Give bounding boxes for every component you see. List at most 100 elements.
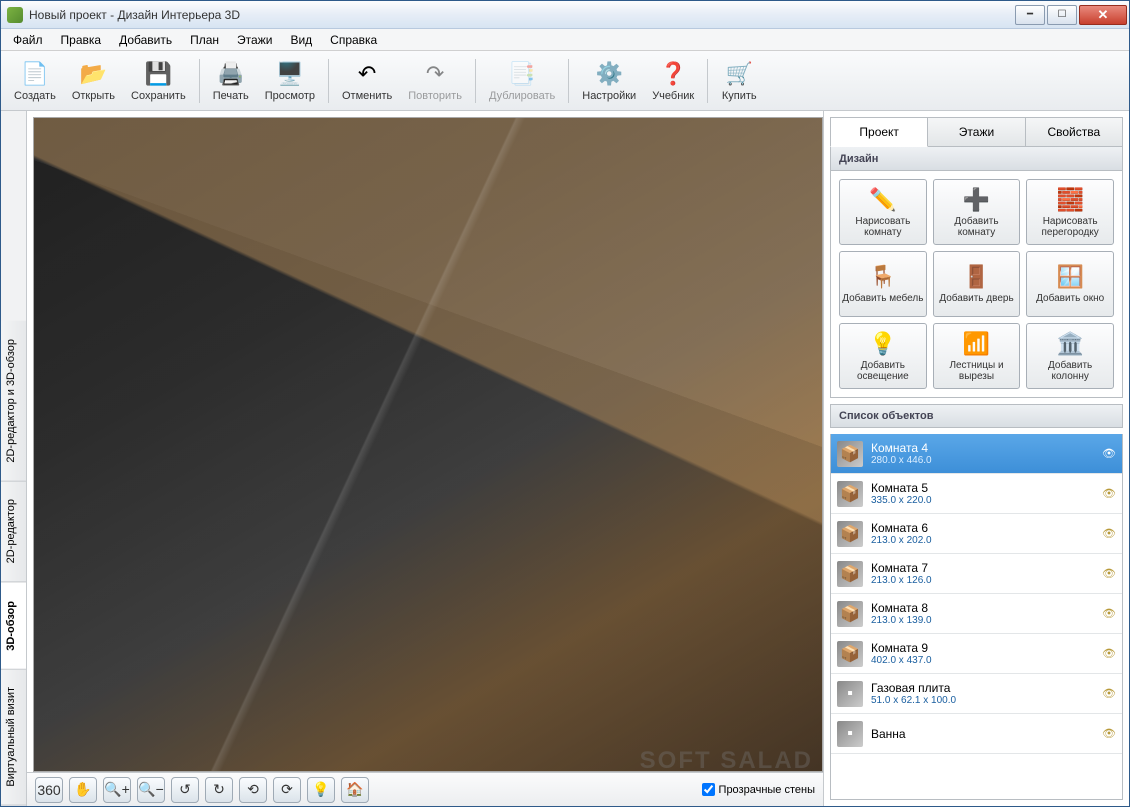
- toolbar-Печать[interactable]: 🖨️Печать: [206, 54, 256, 108]
- object-list: 📦Комната 4280.0 x 446.0👁📦Комната 5335.0 …: [830, 434, 1123, 800]
- titlebar: Новый проект - Дизайн Интерьера 3D ━ ☐ ✕: [1, 1, 1129, 29]
- object-icon: 📦: [837, 481, 863, 507]
- toolbar-Открыть[interactable]: 📂Открыть: [65, 54, 122, 108]
- object-item[interactable]: 📦Комната 6213.0 x 202.0👁: [831, 514, 1122, 554]
- toolbar-Отменить[interactable]: ↶ Отменить: [335, 54, 399, 108]
- menu-Файл[interactable]: Файл: [5, 30, 51, 50]
- toolbar-label: Создать: [14, 90, 56, 102]
- close-button[interactable]: ✕: [1079, 5, 1127, 25]
- Создать-icon: 📄: [21, 60, 49, 88]
- toolbar-Настройки[interactable]: ⚙️Настройки: [575, 54, 643, 108]
- view-tool-button[interactable]: 💡: [307, 777, 335, 803]
- left-tab-2D-редактор[interactable]: 2D-редактор: [1, 481, 26, 582]
- toolbar-Сохранить[interactable]: 💾 Сохранить: [124, 54, 193, 108]
- toolbar-separator: [328, 59, 329, 103]
- visibility-icon[interactable]: 👁: [1102, 607, 1116, 620]
- viewport-container: 360✋🔍+🔍−↺↻⟲⟳💡🏠 Прозрачные стены SOFT SAL…: [27, 111, 823, 806]
- design-Добавить окно[interactable]: 🪟Добавить окно: [1026, 251, 1114, 317]
- Печать-icon: 🖨️: [217, 60, 245, 88]
- object-item[interactable]: ▪Газовая плита51.0 x 62.1 x 100.0👁: [831, 674, 1122, 714]
- design-Лестницы и вырезы[interactable]: 📶Лестницы и вырезы: [933, 323, 1021, 389]
- toolbar-Создать[interactable]: 📄 Создать: [7, 54, 63, 108]
- left-tab-3D-обзор[interactable]: 3D-обзор: [1, 583, 26, 670]
- transparent-walls-input[interactable]: [702, 783, 715, 796]
- transparent-walls-checkbox[interactable]: Прозрачные стены: [702, 783, 815, 796]
- left-tab-Виртуальный визит[interactable]: Виртуальный визит: [1, 669, 26, 806]
- app-icon: [7, 7, 23, 23]
- visibility-icon[interactable]: 👁: [1102, 687, 1116, 700]
- view-tool-button[interactable]: 360: [35, 777, 63, 803]
- visibility-icon[interactable]: 👁: [1102, 527, 1116, 540]
- right-tab-Этажи[interactable]: Этажи: [928, 117, 1025, 147]
- minimize-button[interactable]: ━: [1015, 5, 1045, 25]
- menu-Справка[interactable]: Справка: [322, 30, 385, 50]
- Настройки-icon: ⚙️: [595, 60, 623, 88]
- toolbar-Купить[interactable]: 🛒Купить: [714, 54, 764, 108]
- design-grid: ✏️Нарисовать комнату➕Добавить комнату🧱На…: [831, 171, 1122, 397]
- object-item[interactable]: 📦Комната 7213.0 x 126.0👁: [831, 554, 1122, 594]
- object-item[interactable]: 📦Комната 9402.0 x 437.0👁: [831, 634, 1122, 674]
- visibility-icon[interactable]: 👁: [1102, 447, 1116, 460]
- visibility-icon[interactable]: 👁: [1102, 487, 1116, 500]
- object-item[interactable]: 📦Комната 4280.0 x 446.0👁: [831, 434, 1122, 474]
- Сохранить-icon: 💾: [144, 60, 172, 88]
- object-item[interactable]: ▪Ванна👁: [831, 714, 1122, 754]
- design-Добавить дверь[interactable]: 🚪Добавить дверь: [933, 251, 1021, 317]
- design-Добавить комнату[interactable]: ➕Добавить комнату: [933, 179, 1021, 245]
- object-item[interactable]: 📦Комната 5335.0 x 220.0👁: [831, 474, 1122, 514]
- design-label: Добавить комнату: [936, 216, 1018, 238]
- design-Добавить мебель[interactable]: 🪑Добавить мебель: [839, 251, 927, 317]
- menu-План[interactable]: План: [182, 30, 227, 50]
- menu-Добавить[interactable]: Добавить: [111, 30, 180, 50]
- view-tool-button[interactable]: ↻: [205, 777, 233, 803]
- view-tool-button[interactable]: ✋: [69, 777, 97, 803]
- Отменить-icon: ↶: [353, 60, 381, 88]
- view-toolbar: 360✋🔍+🔍−↺↻⟲⟳💡🏠 Прозрачные стены: [27, 772, 823, 806]
- object-text: Комната 8213.0 x 139.0: [871, 601, 932, 626]
- view-tool-button[interactable]: ⟲: [239, 777, 267, 803]
- menu-Правка[interactable]: Правка: [53, 30, 110, 50]
- maximize-button[interactable]: ☐: [1047, 5, 1077, 25]
- right-tabs: ПроектЭтажиСвойства: [830, 117, 1123, 147]
- design-panel: Дизайн ✏️Нарисовать комнату➕Добавить ком…: [830, 147, 1123, 398]
- toolbar-Просмотр[interactable]: 🖥️Просмотр: [258, 54, 322, 108]
- menubar: ФайлПравкаДобавитьПланЭтажиВидСправка: [1, 29, 1129, 51]
- view-tool-button[interactable]: 🔍+: [103, 777, 131, 803]
- design-Нарисовать перегородку[interactable]: 🧱Нарисовать перегородку: [1026, 179, 1114, 245]
- toolbar-label: Отменить: [342, 90, 392, 102]
- toolbar-Дублировать: 📑Дублировать: [482, 54, 562, 108]
- design-label: Добавить освещение: [842, 360, 924, 382]
- left-tab-2D-редактор и 3D-обзор[interactable]: 2D-редактор и 3D-обзор: [1, 321, 26, 482]
- menu-Вид[interactable]: Вид: [282, 30, 320, 50]
- design-Добавить колонну[interactable]: 🏛️Добавить колонну: [1026, 323, 1114, 389]
- design-label: Лестницы и вырезы: [936, 360, 1018, 382]
- visibility-icon[interactable]: 👁: [1102, 647, 1116, 660]
- toolbar-separator: [475, 59, 476, 103]
- design-icon: 🏛️: [1056, 331, 1083, 357]
- object-text: Комната 6213.0 x 202.0: [871, 521, 932, 546]
- visibility-icon[interactable]: 👁: [1102, 727, 1116, 740]
- view-tool-button[interactable]: 🔍−: [137, 777, 165, 803]
- Купить-icon: 🛒: [725, 60, 753, 88]
- main-toolbar: 📄 Создать 📂Открыть 💾 Сохранить 🖨️Печать🖥️Прос…: [1, 51, 1129, 111]
- right-tab-Проект[interactable]: Проект: [830, 117, 928, 147]
- object-icon: ▪: [837, 721, 863, 747]
- visibility-icon[interactable]: 👁: [1102, 567, 1116, 580]
- right-tab-Свойства[interactable]: Свойства: [1026, 117, 1123, 147]
- window-title: Новый проект - Дизайн Интерьера 3D: [29, 8, 1015, 22]
- design-Добавить освещение[interactable]: 💡 Добавить освещение: [839, 323, 927, 389]
- toolbar-Учебник[interactable]: ❓Учебник: [645, 54, 701, 108]
- design-icon: 💡: [869, 331, 896, 357]
- object-item[interactable]: 📦Комната 8213.0 x 139.0👁: [831, 594, 1122, 634]
- design-Нарисовать комнату[interactable]: ✏️Нарисовать комнату: [839, 179, 927, 245]
- window-buttons: ━ ☐ ✕: [1015, 5, 1127, 25]
- 3d-scene[interactable]: [33, 117, 823, 772]
- view-tool-button[interactable]: ↺: [171, 777, 199, 803]
- Просмотр-icon: 🖥️: [276, 60, 304, 88]
- toolbar-Повторить: ↷Повторить: [401, 54, 469, 108]
- view-tool-button[interactable]: 🏠: [341, 777, 369, 803]
- view-tool-button[interactable]: ⟳: [273, 777, 301, 803]
- toolbar-label: Сохранить: [131, 90, 186, 102]
- app-window: Новый проект - Дизайн Интерьера 3D ━ ☐ ✕…: [0, 0, 1130, 807]
- menu-Этажи[interactable]: Этажи: [229, 30, 280, 50]
